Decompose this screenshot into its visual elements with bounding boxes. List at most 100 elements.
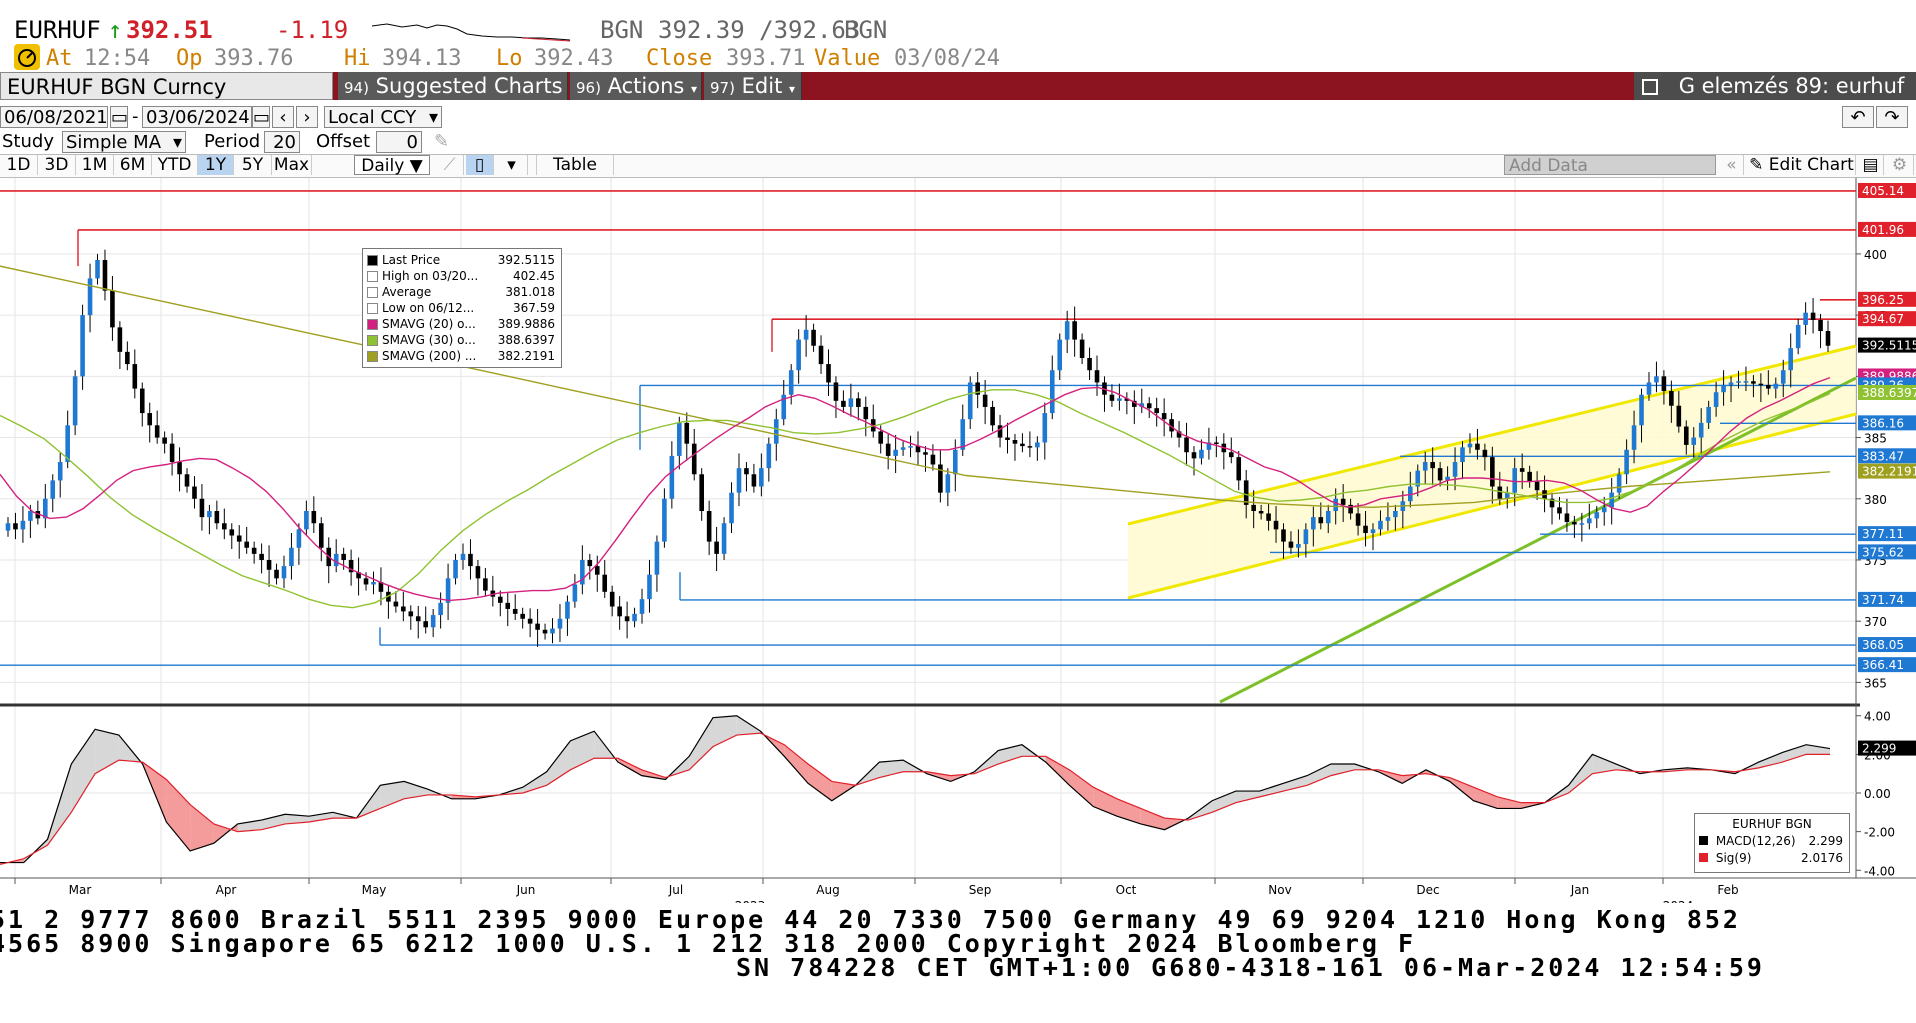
study-row: Study Simple MA ▾ Period 20 Offset 0 ✎	[0, 131, 1916, 153]
candle-body	[945, 474, 951, 493]
quote-header: EURHUF ↑ 392.51 -1.19 BGN 392.39 /392.63…	[0, 8, 1916, 44]
chart-settings-icon[interactable]: ▤	[1858, 155, 1884, 175]
calendar-icon[interactable]: ▭	[252, 106, 270, 128]
candle-body	[1758, 383, 1764, 386]
candle-body	[557, 618, 563, 629]
legend-label: High on 03/20...	[382, 269, 479, 283]
candle-body	[1318, 517, 1324, 524]
chart-type-icon[interactable]: ⟋	[436, 155, 464, 175]
candle-body	[296, 529, 302, 548]
price-tick-label: 400	[1864, 248, 1887, 262]
candle-icon[interactable]: ▯	[466, 155, 494, 175]
actions-button[interactable]: 96) Actions ▾	[570, 72, 702, 100]
news-ticker: 51 2 9777 8600 Brazil 5511 2395 9000 Eur…	[0, 905, 1916, 1023]
candle-body	[50, 480, 56, 499]
range-button-1d[interactable]: 1D	[0, 155, 38, 175]
end-date-field[interactable]: 03/06/2024	[142, 106, 252, 128]
collapse-icon[interactable]: «	[1720, 155, 1744, 175]
study-label: Study	[2, 131, 54, 152]
range-button-1y[interactable]: 1Y	[198, 155, 234, 175]
candle-body	[1042, 413, 1048, 443]
range-button-1m[interactable]: 1M	[76, 155, 114, 175]
period-input[interactable]: 20	[264, 131, 300, 153]
edit-button[interactable]: 97) Edit ▾	[704, 72, 802, 100]
calendar-icon[interactable]: ▭	[110, 106, 128, 128]
legend-label: SMAVG (30) o...	[382, 333, 476, 347]
range-button-3d[interactable]: 3D	[38, 155, 76, 175]
candle-body	[453, 559, 458, 579]
pencil-icon[interactable]: ✎	[434, 131, 449, 152]
table-button[interactable]: Table	[536, 155, 614, 175]
next-period-button[interactable]: ›	[296, 106, 318, 128]
candle-body	[468, 553, 473, 567]
chevron-down-icon: ▾	[172, 132, 182, 153]
candle-body	[624, 616, 630, 622]
suggested-charts-button[interactable]: 94) Suggested Charts ▾	[338, 72, 568, 126]
offset-input[interactable]: 0	[376, 131, 422, 153]
month-label: Jan	[1570, 883, 1590, 897]
value-date: 03/08/24	[894, 46, 1000, 71]
prev-period-button[interactable]: ‹	[272, 106, 294, 128]
edit-chart-button[interactable]: ✎ Edit Chart	[1748, 155, 1856, 175]
candle-body	[430, 615, 436, 628]
candle-body	[1340, 498, 1346, 505]
candle-body	[1191, 452, 1197, 459]
candle-body	[80, 315, 85, 377]
candle-body	[1363, 525, 1368, 534]
range-button-6m[interactable]: 6M	[114, 155, 152, 175]
close-value: 393.71	[726, 46, 806, 71]
edit-chart-label: Edit Chart	[1768, 155, 1854, 175]
legend-swatch	[367, 303, 378, 314]
candle-body	[617, 606, 622, 617]
study-type-select[interactable]: Simple MA ▾	[62, 131, 186, 153]
candle-body	[1482, 449, 1488, 458]
actions-label: Actions	[607, 74, 685, 98]
candle-body	[900, 447, 906, 450]
candle-body	[1728, 382, 1734, 385]
candle-body	[199, 498, 205, 518]
frequency-select[interactable]: Daily ▼	[354, 155, 430, 176]
period-label: Period	[204, 131, 261, 152]
macd-label: MACD(12,26)	[1715, 834, 1796, 848]
candle-body	[1199, 449, 1204, 459]
range-button-ytd[interactable]: YTD	[152, 155, 198, 175]
month-label: Dec	[1416, 883, 1439, 897]
candle-body	[803, 329, 809, 340]
value-label: Value	[814, 46, 881, 71]
chevron-down-icon[interactable]: ▾	[496, 155, 528, 175]
candle-body	[736, 468, 742, 493]
year-label: 2023	[735, 899, 766, 903]
bid-ask: 392.39 /392.63	[658, 16, 861, 44]
candle-body	[1527, 471, 1532, 482]
undo-icon[interactable]: ↶	[1842, 106, 1874, 128]
price-chart[interactable]: 365370375380385390395400405.14401.96396.…	[0, 178, 1916, 903]
candle-body	[923, 452, 928, 455]
candle-body	[1691, 437, 1697, 445]
month-label: Apr	[216, 883, 237, 897]
gauge-icon	[14, 44, 40, 70]
candle-body	[1385, 517, 1391, 521]
candle-body	[1534, 481, 1540, 491]
range-button-5y[interactable]: 5Y	[234, 155, 272, 175]
add-data-input[interactable]: Add Data	[1504, 155, 1716, 176]
candle-body	[102, 260, 108, 291]
redo-icon[interactable]: ↷	[1876, 106, 1908, 128]
security-field[interactable]: EURHUF BGN Curncy	[0, 72, 333, 100]
page-title-panel[interactable]: G elemzés 89: eurhuf	[1634, 72, 1916, 100]
price-tick-label: 365	[1864, 676, 1887, 690]
candle-body	[1228, 452, 1234, 458]
candle-body	[1266, 513, 1271, 521]
month-label: Jul	[668, 883, 683, 897]
range-button-max[interactable]: Max	[272, 155, 312, 175]
month-label: May	[362, 883, 387, 897]
candle-body	[393, 601, 399, 607]
gear-icon[interactable]: ⚙	[1886, 155, 1914, 175]
candle-body	[967, 382, 973, 420]
legend-label: Average	[382, 285, 432, 299]
macd-histogram-fill	[1212, 791, 1236, 813]
candle-body	[460, 553, 466, 560]
candle-body	[1325, 511, 1331, 524]
candle-body	[699, 474, 704, 512]
currency-select[interactable]: Local CCY ▾	[324, 106, 442, 128]
start-date-field[interactable]: 06/08/2021	[0, 106, 108, 128]
